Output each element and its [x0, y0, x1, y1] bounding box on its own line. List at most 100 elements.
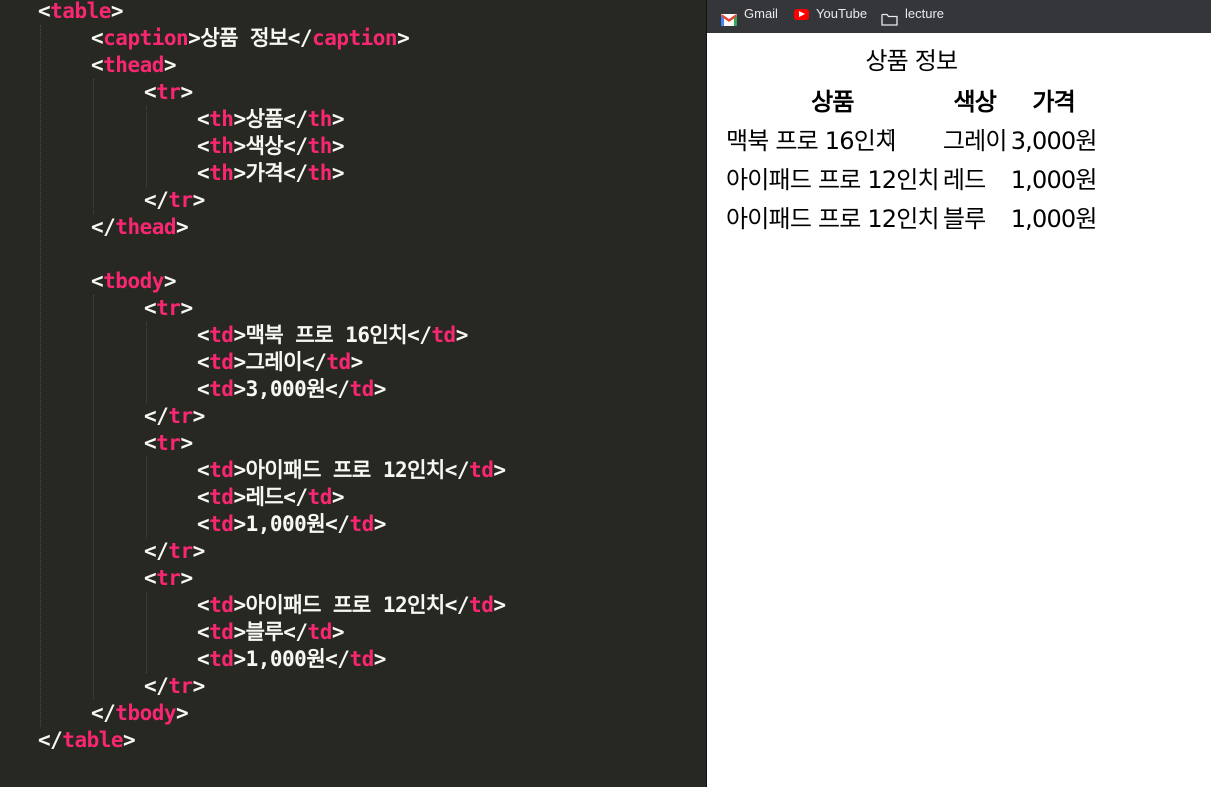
table-row: 아이패드 프로 12인치 블루 1,000원	[725, 198, 1098, 235]
code-line[interactable]: <th>색상</th>	[197, 133, 345, 160]
code-line[interactable]: <tr>	[144, 565, 193, 592]
code-text: 1,000원	[245, 512, 326, 536]
code-line[interactable]: <tr>	[144, 430, 193, 457]
indent-guide	[146, 106, 147, 187]
code-punctuation: >	[180, 431, 193, 455]
bookmark-youtube[interactable]: YouTube	[794, 0, 867, 28]
code-line[interactable]: </tr>	[144, 673, 205, 700]
code-tag-name: thead	[115, 215, 177, 239]
code-text: 레드	[245, 485, 284, 509]
browser-window: Gmail YouTube lecture 상품 정보 상품 색상 가격 맥북 …	[707, 0, 1211, 787]
code-punctuation: >	[110, 0, 124, 23]
code-line[interactable]: <table>	[38, 0, 124, 25]
code-text: 1,000원	[245, 647, 326, 671]
code-punctuation: >	[180, 566, 193, 590]
code-tag-name: td	[209, 485, 234, 509]
code-line[interactable]: </tr>	[144, 403, 205, 430]
code-text: 아이패드 프로 12인치	[245, 458, 446, 482]
code-punctuation: >	[331, 620, 345, 644]
code-punctuation: </	[144, 404, 169, 428]
code-line[interactable]: <td>아이패드 프로 12인치</td>	[197, 457, 506, 484]
code-punctuation: </	[283, 620, 308, 644]
code-line[interactable]: <caption>상품 정보</caption>	[91, 25, 410, 52]
text-cursor-icon	[886, 129, 894, 145]
table-row: 아이패드 프로 12인치 레드 1,000원	[725, 159, 1098, 196]
code-punctuation: </	[91, 215, 116, 239]
code-line[interactable]: <td>1,000원</td>	[197, 511, 386, 538]
code-tag-name: tr	[168, 674, 193, 698]
code-punctuation: <	[144, 296, 157, 320]
code-line[interactable]: <tbody>	[91, 268, 177, 295]
code-editor[interactable]: <table> <caption>상품 정보</caption> <thead> <t…	[0, 0, 706, 787]
code-punctuation: <	[197, 458, 210, 482]
code-tag-name: tr	[156, 80, 181, 104]
code-tag-name: td	[431, 323, 456, 347]
indent-guide	[40, 25, 41, 727]
code-text: 블루	[245, 620, 284, 644]
code-text: 색상	[245, 134, 284, 158]
code-line[interactable]: <thead>	[91, 52, 177, 79]
code-tag-name: td	[349, 377, 374, 401]
code-punctuation: <	[197, 647, 210, 671]
code-punctuation: <	[91, 269, 104, 293]
code-line[interactable]: <tr>	[144, 295, 193, 322]
code-tag-name: tbody	[103, 269, 164, 293]
code-punctuation: <	[197, 620, 210, 644]
code-punctuation: >	[331, 161, 345, 185]
code-tag-name: td	[209, 350, 234, 374]
code-line[interactable]: <th>상품</th>	[197, 106, 345, 133]
code-punctuation: >	[233, 107, 246, 131]
code-punctuation: >	[163, 53, 177, 77]
code-punctuation: >	[455, 323, 469, 347]
code-line[interactable]: <td>아이패드 프로 12인치</td>	[197, 592, 506, 619]
bookmark-gmail[interactable]: Gmail	[721, 0, 778, 28]
code-tag-name: td	[349, 512, 374, 536]
code-line[interactable]: <th>가격</th>	[197, 160, 345, 187]
code-tag-name: td	[469, 593, 494, 617]
code-text: 맥북 프로 16인치	[245, 323, 408, 347]
code-line[interactable]: </tbody>	[91, 700, 189, 727]
code-line[interactable]: <td>그레이</td>	[197, 349, 363, 376]
code-tag-name: td	[209, 458, 234, 482]
code-line[interactable]: </thead>	[91, 214, 189, 241]
code-punctuation: >	[233, 485, 246, 509]
code-tag-name: td	[349, 647, 374, 671]
cell-price: 1,000원	[1010, 166, 1098, 194]
code-punctuation: </	[91, 701, 116, 725]
indent-guide	[146, 592, 147, 673]
bookmark-label: Gmail	[744, 6, 778, 21]
code-punctuation: >	[233, 323, 246, 347]
code-line[interactable]: <td>맥북 프로 16인치</td>	[197, 322, 468, 349]
code-punctuation: >	[233, 161, 246, 185]
code-line[interactable]: <td>블루</td>	[197, 619, 345, 646]
code-punctuation: <	[197, 593, 210, 617]
code-line[interactable]: </table>	[38, 727, 136, 754]
code-punctuation: >	[331, 107, 345, 131]
code-line[interactable]: </tr>	[144, 538, 205, 565]
code-punctuation: <	[144, 431, 157, 455]
code-tag-name: caption	[103, 26, 189, 50]
code-tag-name: td	[209, 323, 234, 347]
code-line[interactable]: <td>1,000원</td>	[197, 646, 386, 673]
code-punctuation: >	[192, 404, 206, 428]
code-tag-name: td	[209, 647, 234, 671]
code-punctuation: </	[444, 458, 470, 482]
product-table: 상품 정보 상품 색상 가격 맥북 프로 16인치 그레이 3,000원 아이패…	[723, 41, 1100, 237]
cell-color: 레드	[942, 166, 986, 194]
code-punctuation: <	[38, 0, 51, 23]
code-line[interactable]: <td>레드</td>	[197, 484, 345, 511]
indent-guide	[146, 457, 147, 538]
code-line[interactable]: </tr>	[144, 187, 205, 214]
gmail-icon	[721, 8, 737, 26]
code-text: 상품 정보	[200, 26, 288, 50]
header-product: 상품	[811, 88, 854, 116]
cell-price: 1,000원	[1010, 205, 1098, 233]
code-line[interactable]: <td>3,000원</td>	[197, 376, 386, 403]
bookmark-lecture[interactable]: lecture	[881, 0, 944, 28]
code-punctuation: >	[233, 512, 246, 536]
code-tag-name: thead	[103, 53, 164, 77]
code-tag-name: table	[62, 728, 124, 752]
code-tag-name: td	[209, 512, 234, 536]
code-tag-name: td	[307, 485, 333, 509]
code-line[interactable]: <tr>	[144, 79, 193, 106]
